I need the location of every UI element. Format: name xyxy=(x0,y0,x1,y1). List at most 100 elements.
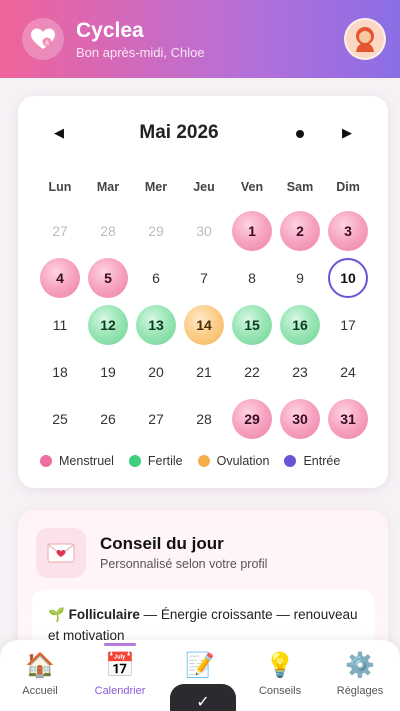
calendar-day[interactable]: 29 xyxy=(228,395,276,442)
calendar-grid: 27 28 29 30 1 2 3 4 5 6 7 8 9 10 11 12 13 14 15 16 17 18 19 20 2… xyxy=(36,207,372,442)
today-dot-icon[interactable] xyxy=(296,130,304,138)
tip-phase: Folliculaire xyxy=(68,607,140,622)
weekday-label: Jeu xyxy=(193,180,215,194)
day-number: 13 xyxy=(136,304,176,345)
calendar-day[interactable]: 24 xyxy=(324,348,372,395)
calendar-day[interactable]: 13 xyxy=(132,301,180,348)
calendar-day[interactable]: 2 xyxy=(276,207,324,254)
legend-label: Fertile xyxy=(147,454,183,468)
calendar-day[interactable]: 1 xyxy=(228,207,276,254)
calendar-icon: 📅 xyxy=(105,652,135,679)
svg-text:a: a xyxy=(45,40,49,47)
legend-dot-icon xyxy=(197,455,210,467)
nav-item-conseils[interactable]: 💡 Conseils xyxy=(240,640,320,711)
calendar-day[interactable]: 12 xyxy=(84,301,132,348)
calendar-day[interactable]: 18 xyxy=(36,348,84,395)
legend-item: Ovulation xyxy=(197,454,270,468)
day-number: 3 xyxy=(328,210,368,251)
day-number: 14 xyxy=(184,304,224,345)
day-number: 1 xyxy=(232,210,272,251)
calendar-day[interactable]: 4 xyxy=(36,254,84,301)
love-letter-icon xyxy=(36,528,86,578)
calendar-day[interactable]: 17 xyxy=(324,301,372,348)
calendar-card: ◀ Mai 2026 ▶ Lun Mar Mer Jeu Ven Sam Dim 27 28 2… xyxy=(18,96,388,488)
day-number: 2 xyxy=(280,210,320,251)
calendar-day[interactable]: 21 xyxy=(180,348,228,395)
calendar-day[interactable]: 9 xyxy=(276,254,324,301)
active-tab-indicator xyxy=(104,643,136,646)
day-number: 17 xyxy=(340,316,356,333)
calendar-day[interactable]: 25 xyxy=(36,395,84,442)
seedling-icon: 🌱 xyxy=(48,607,65,622)
gear-icon: ⚙️ xyxy=(345,652,375,679)
calendar-day[interactable]: 23 xyxy=(276,348,324,395)
calendar-day[interactable]: 30 xyxy=(180,207,228,254)
calendar-day[interactable]: 16 xyxy=(276,301,324,348)
calendar-day[interactable]: 19 xyxy=(84,348,132,395)
legend-label: Ovulation xyxy=(216,454,270,468)
calendar-day[interactable]: 28 xyxy=(180,395,228,442)
day-number: 31 xyxy=(328,398,368,439)
calendar-day[interactable]: 27 xyxy=(36,207,84,254)
day-number: 6 xyxy=(152,269,160,286)
weekday-label: Lun xyxy=(48,180,72,194)
greeting-text: Bon après-midi, Chloe xyxy=(76,44,205,60)
day-number: 29 xyxy=(148,222,164,239)
day-number: 24 xyxy=(340,363,356,380)
calendar-day[interactable]: 5 xyxy=(84,254,132,301)
month-title: Mai 2026 xyxy=(139,122,219,143)
weekday-label: Dim xyxy=(336,180,360,194)
day-number: 25 xyxy=(52,410,68,427)
calendar-day[interactable]: 7 xyxy=(180,254,228,301)
calendar-day[interactable]: 26 xyxy=(84,395,132,442)
day-number: 28 xyxy=(196,410,212,427)
legend-item: Menstruel xyxy=(40,454,114,468)
day-number: 10 xyxy=(328,257,368,298)
day-number: 19 xyxy=(100,363,116,380)
calendar-day-today[interactable]: 10 xyxy=(324,254,372,301)
calendar-day[interactable]: 14 xyxy=(180,301,228,348)
nav-label: Conseils xyxy=(258,685,302,697)
calendar-day[interactable]: 8 xyxy=(228,254,276,301)
nav-label: Réglages xyxy=(336,685,384,697)
calendar-day[interactable]: 30 xyxy=(276,395,324,442)
day-number: 26 xyxy=(100,410,116,427)
calendar-day[interactable]: 20 xyxy=(132,348,180,395)
weekday-label: Sam xyxy=(286,180,314,194)
calendar-day[interactable]: 22 xyxy=(228,348,276,395)
day-number: 30 xyxy=(280,398,320,439)
calendar-day[interactable]: 3 xyxy=(324,207,372,254)
legend-item: Fertile xyxy=(128,454,183,468)
day-number: 18 xyxy=(52,363,68,380)
calendar-day[interactable]: 31 xyxy=(324,395,372,442)
day-number: 27 xyxy=(148,410,164,427)
calendar-day[interactable]: 28 xyxy=(84,207,132,254)
house-icon: 🏠 xyxy=(25,652,55,679)
legend-dot-icon xyxy=(40,455,52,467)
day-number: 27 xyxy=(52,222,68,239)
legend-label: Entrée xyxy=(303,454,341,468)
nav-label: Accueil xyxy=(22,685,58,697)
weekday-label: Mer xyxy=(144,180,168,194)
calendar-header: ◀ Mai 2026 ▶ xyxy=(18,118,388,148)
calendar-day[interactable]: 11 xyxy=(36,301,84,348)
nav-item-calendrier[interactable]: 📅 Calendrier xyxy=(80,640,160,711)
next-month-button[interactable]: ▶ xyxy=(336,122,358,144)
tip-subtitle: Personnalisé selon votre profil xyxy=(100,557,268,571)
nav-item-accueil[interactable]: 🏠 Accueil xyxy=(0,640,80,711)
calendar-day[interactable]: 15 xyxy=(228,301,276,348)
nav-item-réglages[interactable]: ⚙️ Réglages xyxy=(320,640,400,711)
calendar-day[interactable]: 29 xyxy=(132,207,180,254)
day-number: 15 xyxy=(232,304,272,345)
calendar-day[interactable]: 27 xyxy=(132,395,180,442)
day-number: 4 xyxy=(40,257,80,298)
weekday-label: Ven xyxy=(240,180,264,194)
confirm-button[interactable]: ✓ xyxy=(170,684,236,711)
legend-dot-icon xyxy=(284,455,297,467)
legend-dot-icon xyxy=(128,455,141,467)
day-number: 22 xyxy=(244,363,260,380)
day-number: 11 xyxy=(52,316,68,333)
user-avatar-icon[interactable] xyxy=(344,18,386,60)
calendar-day[interactable]: 6 xyxy=(132,254,180,301)
app-title: Cyclea xyxy=(76,18,144,42)
